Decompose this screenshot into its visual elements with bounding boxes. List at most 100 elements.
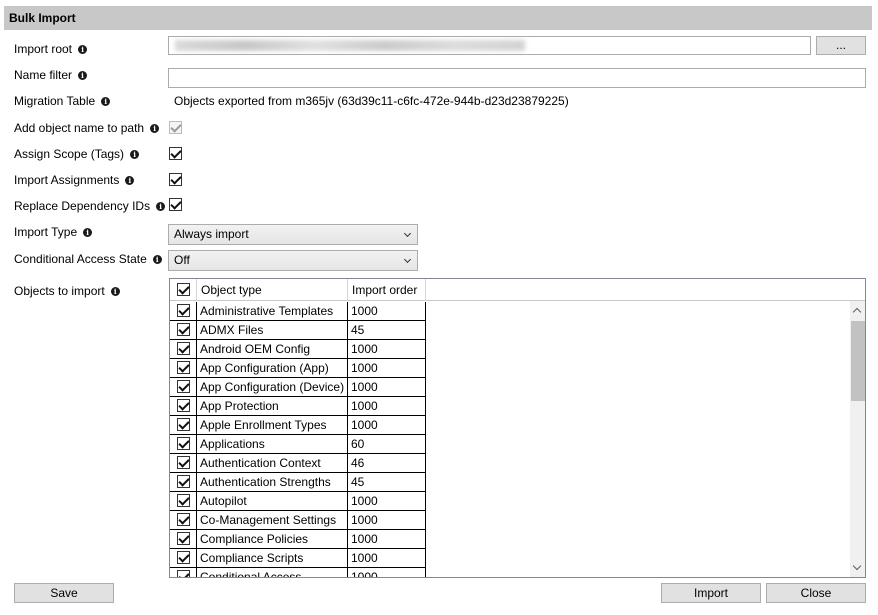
migration-table-label: Migration Table i — [14, 92, 111, 110]
row-checkbox[interactable] — [177, 323, 190, 336]
import-root-input[interactable] — [168, 36, 811, 55]
object-type-cell: Compliance Scripts — [197, 549, 348, 568]
grid-header: Object type Import order — [170, 279, 865, 301]
info-icon[interactable]: i — [78, 70, 88, 80]
object-type-cell: Autopilot — [197, 492, 348, 511]
save-button[interactable]: Save — [14, 583, 114, 603]
import-order-cell[interactable]: 46 — [348, 454, 426, 473]
info-icon[interactable]: i — [78, 44, 88, 54]
column-header-import-order[interactable]: Import order — [348, 279, 426, 301]
table-row[interactable]: Co-Management Settings 1000 — [170, 511, 850, 530]
import-order-cell[interactable]: 1000 — [348, 340, 426, 359]
table-row[interactable]: App Protection 1000 — [170, 397, 850, 416]
row-select-cell — [170, 359, 197, 378]
row-select-cell — [170, 302, 197, 321]
info-icon[interactable]: i — [150, 123, 160, 133]
import-order-cell[interactable]: 1000 — [348, 511, 426, 530]
info-icon[interactable]: i — [101, 96, 111, 106]
column-header-object-type[interactable]: Object type — [197, 279, 348, 301]
table-row[interactable]: Compliance Scripts 1000 — [170, 549, 850, 568]
conditional-access-state-label: Conditional Access State i — [14, 250, 162, 268]
info-icon[interactable]: i — [110, 286, 120, 296]
replace-dependency-label: Replace Dependency IDs i — [14, 197, 166, 215]
info-icon[interactable]: i — [130, 149, 140, 159]
table-row[interactable]: App Configuration (Device) 1000 — [170, 378, 850, 397]
import-assignments-checkbox[interactable] — [169, 173, 182, 186]
row-select-cell — [170, 568, 197, 577]
row-checkbox[interactable] — [177, 380, 190, 393]
add-object-name-label: Add object name to path i — [14, 119, 160, 137]
scrollbar-thumb[interactable] — [851, 321, 865, 401]
row-select-cell — [170, 340, 197, 359]
object-type-cell: Applications — [197, 435, 348, 454]
import-order-cell[interactable]: 1000 — [348, 397, 426, 416]
import-order-cell[interactable]: 1000 — [348, 378, 426, 397]
import-order-cell[interactable]: 45 — [348, 321, 426, 340]
scroll-down-arrow-icon[interactable] — [852, 561, 862, 571]
migration-table-value: Objects exported from m365jv (63d39c11-c… — [174, 94, 569, 108]
import-order-cell[interactable]: 1000 — [348, 492, 426, 511]
row-select-cell — [170, 473, 197, 492]
import-order-cell[interactable]: 1000 — [348, 416, 426, 435]
row-select-cell — [170, 454, 197, 473]
row-checkbox[interactable] — [177, 532, 190, 545]
close-button[interactable]: Close — [766, 583, 866, 603]
info-icon[interactable]: i — [156, 201, 166, 211]
import-order-cell[interactable]: 45 — [348, 473, 426, 492]
info-icon[interactable]: i — [152, 254, 162, 264]
object-type-cell: App Configuration (Device) — [197, 378, 348, 397]
table-row[interactable]: Apple Enrollment Types 1000 — [170, 416, 850, 435]
name-filter-label: Name filter i — [14, 66, 88, 84]
vertical-scrollbar[interactable] — [850, 301, 865, 577]
import-assignments-label: Import Assignments i — [14, 171, 135, 189]
table-row[interactable]: Administrative Templates 1000 — [170, 302, 850, 321]
row-checkbox[interactable] — [177, 513, 190, 526]
row-checkbox[interactable] — [177, 437, 190, 450]
objects-to-import-label: Objects to import i — [14, 282, 120, 300]
row-select-cell — [170, 511, 197, 530]
import-order-cell[interactable]: 1000 — [348, 302, 426, 321]
row-checkbox[interactable] — [177, 456, 190, 469]
import-order-cell[interactable]: 60 — [348, 435, 426, 454]
row-select-cell — [170, 435, 197, 454]
browse-button[interactable]: ... — [816, 36, 866, 55]
row-checkbox[interactable] — [177, 418, 190, 431]
import-type-select[interactable]: Always import — [168, 224, 418, 245]
table-row[interactable]: ADMX Files 45 — [170, 321, 850, 340]
replace-dependency-checkbox[interactable] — [169, 198, 182, 211]
row-checkbox[interactable] — [177, 570, 190, 577]
table-row[interactable]: Applications 60 — [170, 435, 850, 454]
objects-grid[interactable]: Object type Import order Administrative … — [169, 278, 866, 578]
table-row[interactable]: Android OEM Config 1000 — [170, 340, 850, 359]
redacted-path — [175, 40, 525, 51]
row-checkbox[interactable] — [177, 399, 190, 412]
row-checkbox[interactable] — [177, 551, 190, 564]
row-checkbox[interactable] — [177, 494, 190, 507]
import-order-cell[interactable]: 1000 — [348, 549, 426, 568]
row-checkbox[interactable] — [177, 304, 190, 317]
assign-scope-checkbox[interactable] — [169, 147, 182, 160]
row-checkbox[interactable] — [177, 475, 190, 488]
row-select-cell — [170, 378, 197, 397]
import-order-cell[interactable]: 1000 — [348, 359, 426, 378]
info-icon[interactable]: i — [125, 175, 135, 185]
table-row[interactable]: App Configuration (App) 1000 — [170, 359, 850, 378]
import-order-cell[interactable]: 1000 — [348, 568, 426, 577]
conditional-access-state-select[interactable]: Off — [168, 250, 418, 271]
table-row[interactable]: Autopilot 1000 — [170, 492, 850, 511]
table-row[interactable]: Compliance Policies 1000 — [170, 530, 850, 549]
object-type-cell: Compliance Policies — [197, 530, 348, 549]
table-row[interactable]: Authentication Context 46 — [170, 454, 850, 473]
chevron-down-icon — [403, 229, 412, 238]
info-icon[interactable]: i — [83, 227, 93, 237]
row-checkbox[interactable] — [177, 361, 190, 374]
table-row[interactable]: Conditional Access 1000 — [170, 568, 850, 577]
select-all-checkbox[interactable] — [177, 283, 190, 296]
table-row[interactable]: Authentication Strengths 45 — [170, 473, 850, 492]
import-order-cell[interactable]: 1000 — [348, 530, 426, 549]
row-checkbox[interactable] — [177, 342, 190, 355]
scroll-up-arrow-icon[interactable] — [852, 307, 862, 317]
object-type-cell: Apple Enrollment Types — [197, 416, 348, 435]
name-filter-input[interactable] — [168, 68, 866, 88]
import-button[interactable]: Import — [661, 583, 761, 603]
